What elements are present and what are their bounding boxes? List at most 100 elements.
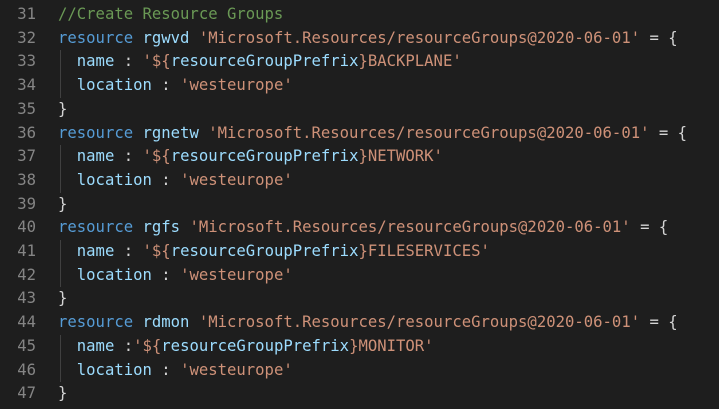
code-token: resource [58,313,134,332]
indent-guide [60,334,61,383]
code-token: : [151,265,181,284]
code-token: resourceGroupPrefrix [170,242,359,260]
code-token: : [114,147,143,166]
code-token: : [151,76,181,95]
code-text: resource rgfs 'Microsoft.Resources/resou… [58,216,668,240]
code-text: name : '${resourceGroupPrefrix}FILESERVI… [58,240,490,264]
code-token: location [76,170,152,189]
code-text: name : '${resourceGroupPrefrix}NETWORK' [58,145,443,169]
line-number: 40 [17,218,36,237]
code-token: : [151,170,181,189]
code-token: rgnetw [142,123,199,142]
line-number: 32 [17,28,36,47]
code-token: resourceGroupPrefrix [170,52,359,71]
code-token: }FILESERVICES' [358,242,490,260]
code-text: } [58,193,67,217]
code-line[interactable]: 43} [0,287,719,311]
code-token: resource [58,28,134,47]
code-line[interactable]: 42 location : 'westeurope' [0,264,719,288]
code-line[interactable]: 37 name : '${resourceGroupPrefrix}NETWOR… [0,145,719,169]
line-number: 33 [17,52,36,71]
code-token: = { [640,313,678,332]
code-token: rgfs [142,218,181,237]
code-line[interactable]: 35} [0,98,719,122]
code-token: } [58,384,68,403]
code-line[interactable]: 47} [0,382,719,406]
code-token: name [76,336,115,355]
code-token: 'westeurope' [180,76,293,95]
code-token: '${ [133,336,162,355]
line-number: 41 [17,242,36,260]
code-token: } [58,99,68,118]
code-text: location : 'westeurope' [58,74,293,98]
code-line[interactable]: 38 location : 'westeurope' [0,169,719,193]
code-line[interactable]: 44 resource rdmon 'Microsoft.Resources/re… [0,311,719,335]
code-token: }NETWORK' [358,147,443,166]
line-number: 47 [17,384,36,403]
code-line[interactable]: 31 //Create Resource Groups [0,3,719,27]
code-token: resource [58,218,134,237]
code-token: }MONITOR' [349,336,434,355]
code-token: name [76,242,115,260]
code-text: location : 'westeurope' [58,359,293,383]
code-line[interactable]: 32 resource rgwvd 'Microsoft.Resources/re… [0,27,719,51]
line-number: 37 [17,147,36,166]
code-line[interactable]: 46 location : 'westeurope' [0,359,719,383]
code-token: '${ [142,147,171,166]
line-number: 44 [17,313,36,332]
code-line[interactable]: 34 location : 'westeurope' [0,74,719,98]
line-number: 43 [17,289,36,308]
code-text: location : 'westeurope' [58,264,293,288]
code-token: name [76,52,115,71]
code-token: //Create Resource Groups [58,5,284,23]
code-line[interactable]: 36 resource rgnetw 'Microsoft.Resources/r… [0,122,719,146]
code-token: = { [640,28,678,47]
code-text: //Create Resource Groups [58,3,283,27]
code-token: 'westeurope' [180,265,293,284]
code-token: '${ [142,52,171,71]
line-number: 36 [17,123,36,142]
code-line[interactable]: 45 name :'${resourceGroupPrefrix}MONITOR… [0,335,719,359]
code-token: name [76,147,115,166]
indent-guide [60,240,61,288]
code-token: = { [630,218,669,237]
code-editor[interactable]: 31 //Create Resource Groups 32 resource rgw… [0,0,719,409]
code-token: location [76,360,152,379]
code-token: : [114,52,143,71]
code-token: 'westeurope' [180,360,293,379]
code-token: rgwvd [142,28,190,47]
line-number: 45 [17,336,36,355]
code-token: 'Microsoft.Resources/resourceGroups@2020… [198,313,641,332]
line-number: 34 [17,76,36,95]
code-text: resource rgwvd 'Microsoft.Resources/reso… [58,27,678,51]
line-number: 31 [17,5,36,23]
code-token: rdmon [142,313,190,332]
code-line[interactable]: 33 name : '${resourceGroupPrefrix}BACKPL… [0,50,719,74]
code-token: 'westeurope' [180,170,293,189]
code-token: : [151,360,181,379]
code-text: resource rdmon 'Microsoft.Resources/reso… [58,311,678,335]
code-line[interactable]: 40 resource rgfs 'Microsoft.Resources/res… [0,216,719,240]
line-number: 39 [17,194,36,213]
indent-guide [60,50,61,98]
code-token: '${ [142,242,171,260]
code-token: 'Microsoft.Resources/resourceGroups@2020… [189,218,631,237]
code-text: } [58,382,67,406]
code-token: : [114,242,143,260]
code-token: }BACKPLANE' [358,52,462,71]
code-text: resource rgnetw 'Microsoft.Resources/res… [58,122,687,146]
code-text: } [58,98,67,122]
code-token: location [76,76,152,95]
code-token: } [58,289,68,308]
line-number: 38 [17,170,36,189]
code-line[interactable]: 39} [0,193,719,217]
line-number: 42 [17,265,36,284]
code-token: resource [58,123,134,142]
code-line[interactable]: 41 name : '${resourceGroupPrefrix}FILESE… [0,240,719,264]
